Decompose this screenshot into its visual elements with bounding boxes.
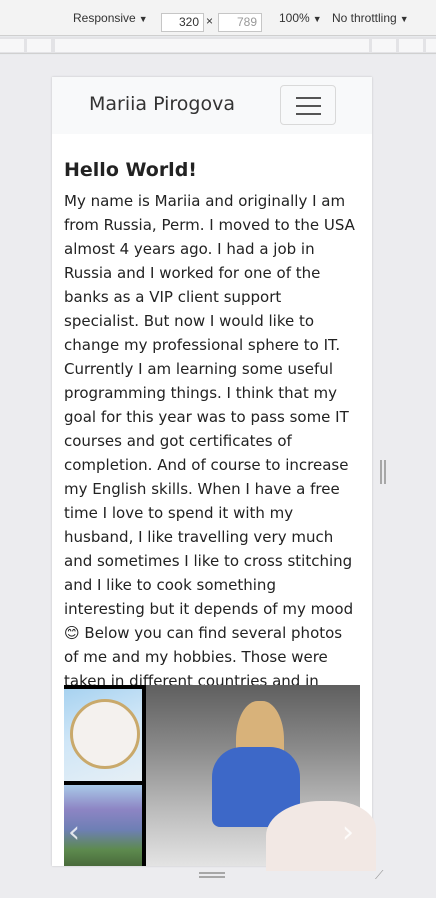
media-query-segment[interactable] xyxy=(426,39,436,52)
chevron-down-icon: ▼ xyxy=(312,14,322,24)
height-input[interactable]: 789 xyxy=(218,13,262,32)
page-heading: Hello World! xyxy=(64,159,197,181)
hamburger-icon xyxy=(296,105,321,107)
throttling-label: No throttling xyxy=(332,11,397,25)
photo-carousel[interactable]: ‹ › xyxy=(64,685,376,871)
zoom-label: 100% xyxy=(279,11,310,25)
media-query-segment[interactable] xyxy=(399,39,423,52)
resize-handle-right[interactable] xyxy=(380,460,386,484)
media-query-segment[interactable] xyxy=(0,39,24,52)
throttling-select[interactable]: No throttling ▼ xyxy=(332,11,409,25)
main-content: Hello World! My name is Mariia and origi… xyxy=(64,157,360,717)
pelican xyxy=(266,801,376,871)
media-query-segment[interactable] xyxy=(27,39,51,52)
hamburger-icon xyxy=(296,113,321,115)
navbar-brand[interactable]: Mariia Pirogova xyxy=(89,93,235,115)
navbar: Mariia Pirogova xyxy=(52,77,372,134)
embroidery-hoop xyxy=(70,699,140,769)
embroidery-photo xyxy=(64,689,142,781)
times-label: × xyxy=(206,14,214,28)
hamburger-icon xyxy=(296,97,321,99)
intro-paragraph: My name is Mariia and originally I am fr… xyxy=(64,192,355,714)
zoom-select[interactable]: 100% ▼ xyxy=(279,11,322,25)
resize-handle-bottom[interactable] xyxy=(199,872,225,878)
carousel-next-icon[interactable]: › xyxy=(342,815,354,850)
portrait-photo xyxy=(146,685,376,871)
navbar-toggler-button[interactable] xyxy=(280,85,336,125)
chevron-down-icon: ▼ xyxy=(138,14,148,24)
width-input[interactable]: 320 xyxy=(161,13,204,32)
device-select[interactable]: Responsive ▼ xyxy=(73,11,148,25)
device-label: Responsive xyxy=(73,11,136,25)
devtools-toolbar: Responsive ▼ 320 × 789 100% ▼ No throttlin… xyxy=(0,0,436,36)
media-query-segment[interactable] xyxy=(55,39,369,52)
carousel-prev-icon[interactable]: ‹ xyxy=(68,815,80,850)
resize-corner-icon[interactable]: ⟋ xyxy=(375,868,389,882)
chevron-down-icon: ▼ xyxy=(399,14,409,24)
media-query-bar[interactable] xyxy=(0,37,436,54)
media-query-segment[interactable] xyxy=(372,39,396,52)
